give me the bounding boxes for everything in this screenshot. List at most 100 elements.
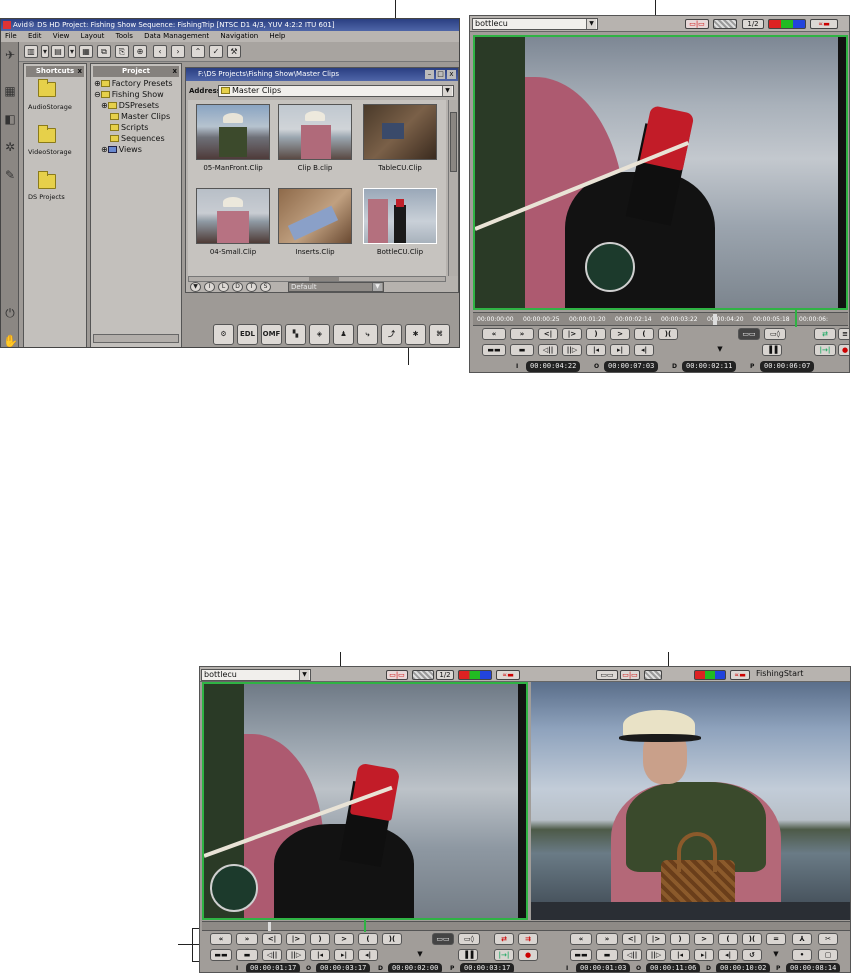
close-icon[interactable]: x [77, 66, 82, 77]
person-icon[interactable]: ♟ [333, 324, 354, 345]
view-select[interactable]: Default ▼ [288, 282, 384, 292]
tc-in-value[interactable]: 00:00:04:22 [526, 361, 581, 372]
rewind-button[interactable]: « [482, 328, 506, 340]
video-preview[interactable] [473, 35, 848, 310]
split-view-button[interactable]: ▭|▭ [685, 19, 709, 29]
next-frame-button[interactable]: |> [646, 933, 666, 945]
up-icon[interactable]: ⌃ [191, 45, 205, 58]
swap-button[interactable]: ⇄ [814, 328, 836, 340]
down-arrow-icon[interactable]: ▼ [710, 344, 730, 356]
mark-in-marker[interactable] [713, 314, 717, 325]
go-to-start-button[interactable]: |◂ [310, 949, 330, 961]
menu-edit[interactable]: Edit [28, 32, 42, 40]
rgb-channels-button[interactable] [768, 19, 806, 29]
previous-frame-button[interactable]: <| [538, 328, 558, 340]
go-to-end-button[interactable]: ▸| [334, 949, 354, 961]
playhead[interactable] [364, 920, 366, 932]
menu-tools[interactable]: Tools [116, 32, 133, 40]
refresh-button[interactable]: ↺ [742, 949, 762, 961]
close-icon[interactable]: x [447, 70, 456, 79]
menu-navigation[interactable]: Navigation [220, 32, 258, 40]
pattern-button[interactable] [713, 19, 737, 29]
chevron-down-icon[interactable]: ▼ [372, 283, 382, 291]
hand-icon[interactable]: ✋ [3, 332, 18, 347]
film-icon[interactable]: ▦ [3, 82, 17, 100]
tree-fishing-show[interactable]: ⊖ Fishing Show [94, 89, 164, 100]
record-button[interactable]: ● [518, 949, 538, 961]
fast-forward-button[interactable]: » [236, 933, 258, 945]
view-button-s[interactable]: S [260, 282, 271, 292]
go-to-in-button[interactable]: ◁|| [538, 344, 558, 356]
go-to-end-button[interactable]: ▸| [610, 344, 630, 356]
loop-button[interactable]: ▬▬ [482, 344, 506, 356]
rgb-channels-button-right[interactable] [694, 670, 726, 680]
down-arrow-icon[interactable]: ▼ [410, 949, 430, 961]
mark-out-button[interactable]: )( [742, 933, 762, 945]
shortcut-audiostorage[interactable]: AudioStorage [28, 103, 72, 111]
tc-in-value[interactable]: 00:00:01:03 [576, 963, 631, 972]
play-reverse-button[interactable]: ) [586, 328, 606, 340]
play-button[interactable]: > [334, 933, 354, 945]
tree-scripts[interactable]: Scripts [110, 122, 148, 133]
tree-factory-presets[interactable]: ⊕ Factory Presets [94, 78, 173, 89]
loop-button[interactable]: ▬▬ [210, 949, 232, 961]
tree-master-clips[interactable]: Master Clips [110, 111, 170, 122]
folder-icon[interactable] [38, 125, 56, 143]
wing-icon[interactable]: ✈ [3, 46, 17, 64]
pause-button[interactable]: ▐▐ [458, 949, 478, 961]
disk-icon[interactable]: ◈ [309, 324, 330, 345]
cut-button[interactable]: ✂ [818, 933, 838, 945]
chevron-down-icon[interactable]: ▼ [586, 19, 596, 29]
clip-thumbnail[interactable] [278, 104, 352, 160]
play-button[interactable]: > [610, 328, 630, 340]
chevron-down-icon[interactable]: ▾ [68, 45, 76, 58]
camera-icon[interactable]: ✎ [3, 166, 17, 184]
go-to-in-button[interactable]: ◁|| [622, 949, 642, 961]
more-button[interactable]: ≡ [838, 328, 849, 340]
half-res-button[interactable]: 1/2 [436, 670, 454, 680]
view-button-d[interactable]: D [232, 282, 243, 292]
splice-button[interactable]: ⅄ [792, 933, 812, 945]
swap-button[interactable]: ⇄ [494, 933, 514, 945]
previous-frame-button[interactable]: <| [622, 933, 642, 945]
half-res-button[interactable]: 1/2 [742, 19, 764, 29]
clip-select[interactable]: bottlecu ▼ [472, 18, 598, 30]
menu-layout[interactable]: Layout [81, 32, 105, 40]
overwrite-button[interactable]: ▭▭ [432, 933, 454, 945]
omf-button[interactable]: OMF [261, 324, 282, 345]
go-to-out-button[interactable]: ||▷ [286, 949, 306, 961]
pattern-button-right[interactable]: ▭|▭ [620, 670, 640, 680]
tc-position-value[interactable]: 00:00:06:07 [760, 361, 815, 372]
menu-file[interactable]: File [5, 32, 17, 40]
split-view-button-right[interactable]: ▭▭ [596, 670, 618, 680]
fast-forward-button[interactable]: » [596, 933, 618, 945]
go-to-out-button[interactable]: ||▷ [646, 949, 666, 961]
equals-button[interactable]: = [766, 933, 786, 945]
mark-in-button[interactable]: ( [718, 933, 738, 945]
view-button-l[interactable]: L [218, 282, 229, 292]
down-arrow-icon[interactable]: ▼ [766, 949, 786, 961]
tc-in-value[interactable]: 00:00:01:17 [246, 963, 301, 972]
clip-thumbnail[interactable] [196, 188, 270, 244]
chevron-down-icon[interactable]: ▼ [442, 86, 452, 96]
alpha-button[interactable]: ∝▬ [496, 670, 520, 680]
mark-in-button[interactable]: ( [634, 328, 654, 340]
maximize-icon[interactable]: □ [436, 70, 445, 79]
tc-out-value[interactable]: 00:00:11:06 [646, 963, 701, 972]
mark-in-marker[interactable] [268, 922, 271, 931]
loop-button[interactable]: ▬▬ [570, 949, 592, 961]
chevron-down-icon[interactable]: ▾ [41, 45, 49, 58]
go-to-start-button[interactable]: |◂ [670, 949, 690, 961]
go-to-start-button[interactable]: |◂ [586, 344, 606, 356]
layout-icon[interactable]: ▥ [24, 45, 38, 58]
clip-thumbnail[interactable] [278, 188, 352, 244]
previous-frame-button[interactable]: <| [262, 933, 282, 945]
project-hscrollbar[interactable] [93, 334, 179, 343]
copy-icon[interactable]: ⧉ [97, 45, 111, 58]
scroll-thumb[interactable] [450, 112, 457, 172]
playhead[interactable] [795, 309, 797, 327]
reel-icon[interactable]: ⚙ [213, 324, 234, 345]
video-preview-right[interactable] [531, 682, 850, 920]
export-icon[interactable]: ⤴ [381, 324, 402, 345]
tc-out-value[interactable]: 00:00:07:03 [604, 361, 659, 372]
